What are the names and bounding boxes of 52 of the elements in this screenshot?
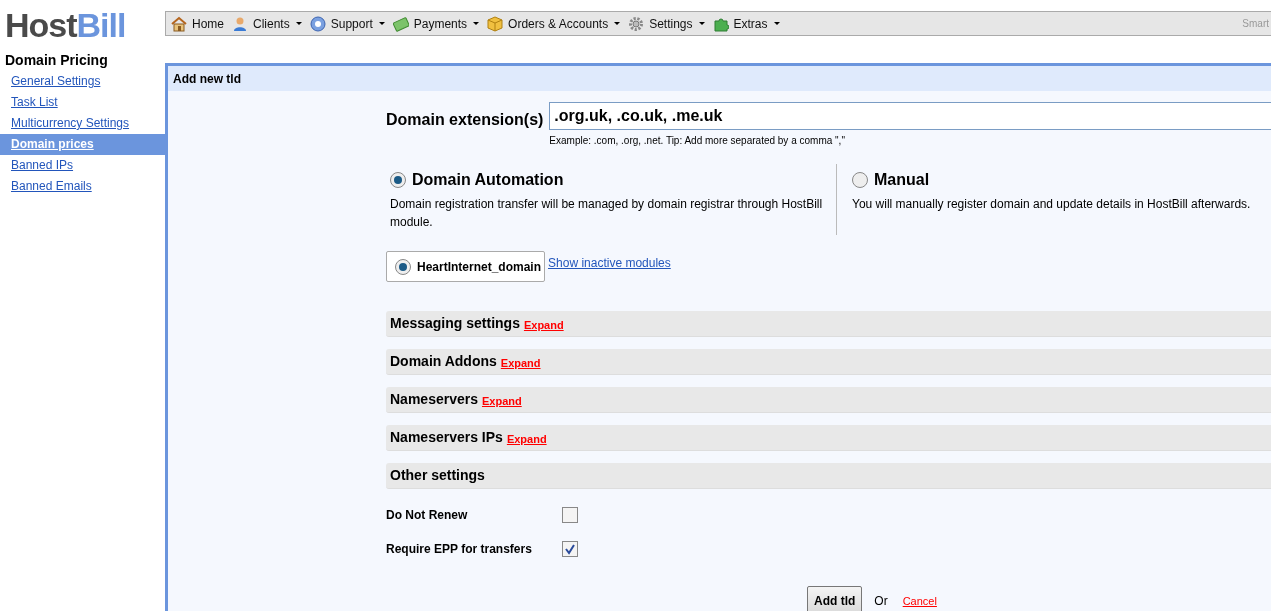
sidebar-link[interactable]: Task List xyxy=(0,92,165,113)
panel-title: Add new tld xyxy=(172,70,241,88)
search-hint: Smart xyxy=(1242,17,1270,31)
sidebar-link[interactable]: General Settings xyxy=(0,71,165,92)
field-label: Domain extension(s) xyxy=(386,110,544,130)
caret-icon xyxy=(773,22,780,25)
radio-button[interactable] xyxy=(395,259,411,275)
menu-item[interactable]: Extras xyxy=(711,14,781,33)
option-label: Do Not Renew xyxy=(386,507,469,524)
mode-description: You will manually register domain and update details in HostBill afterwards. xyxy=(852,196,1252,213)
mode-title: Domain Automation xyxy=(412,170,564,190)
sidebar-link[interactable]: Banned Emails xyxy=(0,176,165,197)
cancel-link[interactable]: Cancel xyxy=(902,592,937,610)
puzzle-icon xyxy=(712,15,729,32)
menu-item[interactable]: Clients xyxy=(231,14,303,33)
checkbox[interactable] xyxy=(562,507,578,523)
caret-icon xyxy=(614,22,621,25)
menu-item[interactable]: Payments xyxy=(391,14,481,33)
module-label: HeartInternet_domain xyxy=(417,259,542,276)
radio-button[interactable] xyxy=(390,172,406,188)
section-title: Nameservers IPs xyxy=(390,428,503,447)
caret-icon xyxy=(473,22,480,25)
hint-text: Example: .com, .org, .net. Tip: Add more separated by a comma "," xyxy=(549,134,846,148)
sidebar-title: Domain Pricing xyxy=(4,51,108,70)
or-text: Or xyxy=(874,593,888,610)
sidebar-link[interactable]: Banned IPs xyxy=(0,155,165,176)
module-option[interactable]: HeartInternet_domain xyxy=(386,251,546,282)
section-title: Messaging settings xyxy=(390,314,520,333)
gear-icon xyxy=(628,15,645,32)
menu-item[interactable]: Orders & Accounts xyxy=(486,14,622,33)
radio-button[interactable] xyxy=(852,172,868,188)
box-icon xyxy=(487,15,504,32)
add-tld-button[interactable]: Add tld xyxy=(807,586,863,611)
caret-icon xyxy=(378,22,385,25)
extension-input[interactable]: .org.uk, .co.uk, .me.uk xyxy=(549,102,1271,130)
sidebar-link[interactable]: Multicurrency Settings xyxy=(0,113,165,134)
option-label: Require EPP for transfers xyxy=(386,541,533,558)
home-icon xyxy=(171,15,187,32)
menu-item[interactable]: Support xyxy=(308,14,386,33)
section-title: Domain Addons xyxy=(390,352,497,371)
money-icon xyxy=(392,15,409,32)
checkbox[interactable] xyxy=(562,541,578,557)
caret-icon xyxy=(295,22,302,25)
logo: HostBill xyxy=(4,5,126,42)
menu-item[interactable]: Settings xyxy=(627,14,706,33)
section-title: Nameservers xyxy=(390,390,478,409)
caret-icon xyxy=(698,22,705,25)
mode-description: Domain registration transfer will be managed by domain registrar through HostBill module. xyxy=(390,196,824,231)
person-icon xyxy=(232,15,248,32)
section-title: Other settings xyxy=(390,466,485,485)
menu-item[interactable]: Home xyxy=(170,14,225,33)
mode-title: Manual xyxy=(874,170,930,190)
